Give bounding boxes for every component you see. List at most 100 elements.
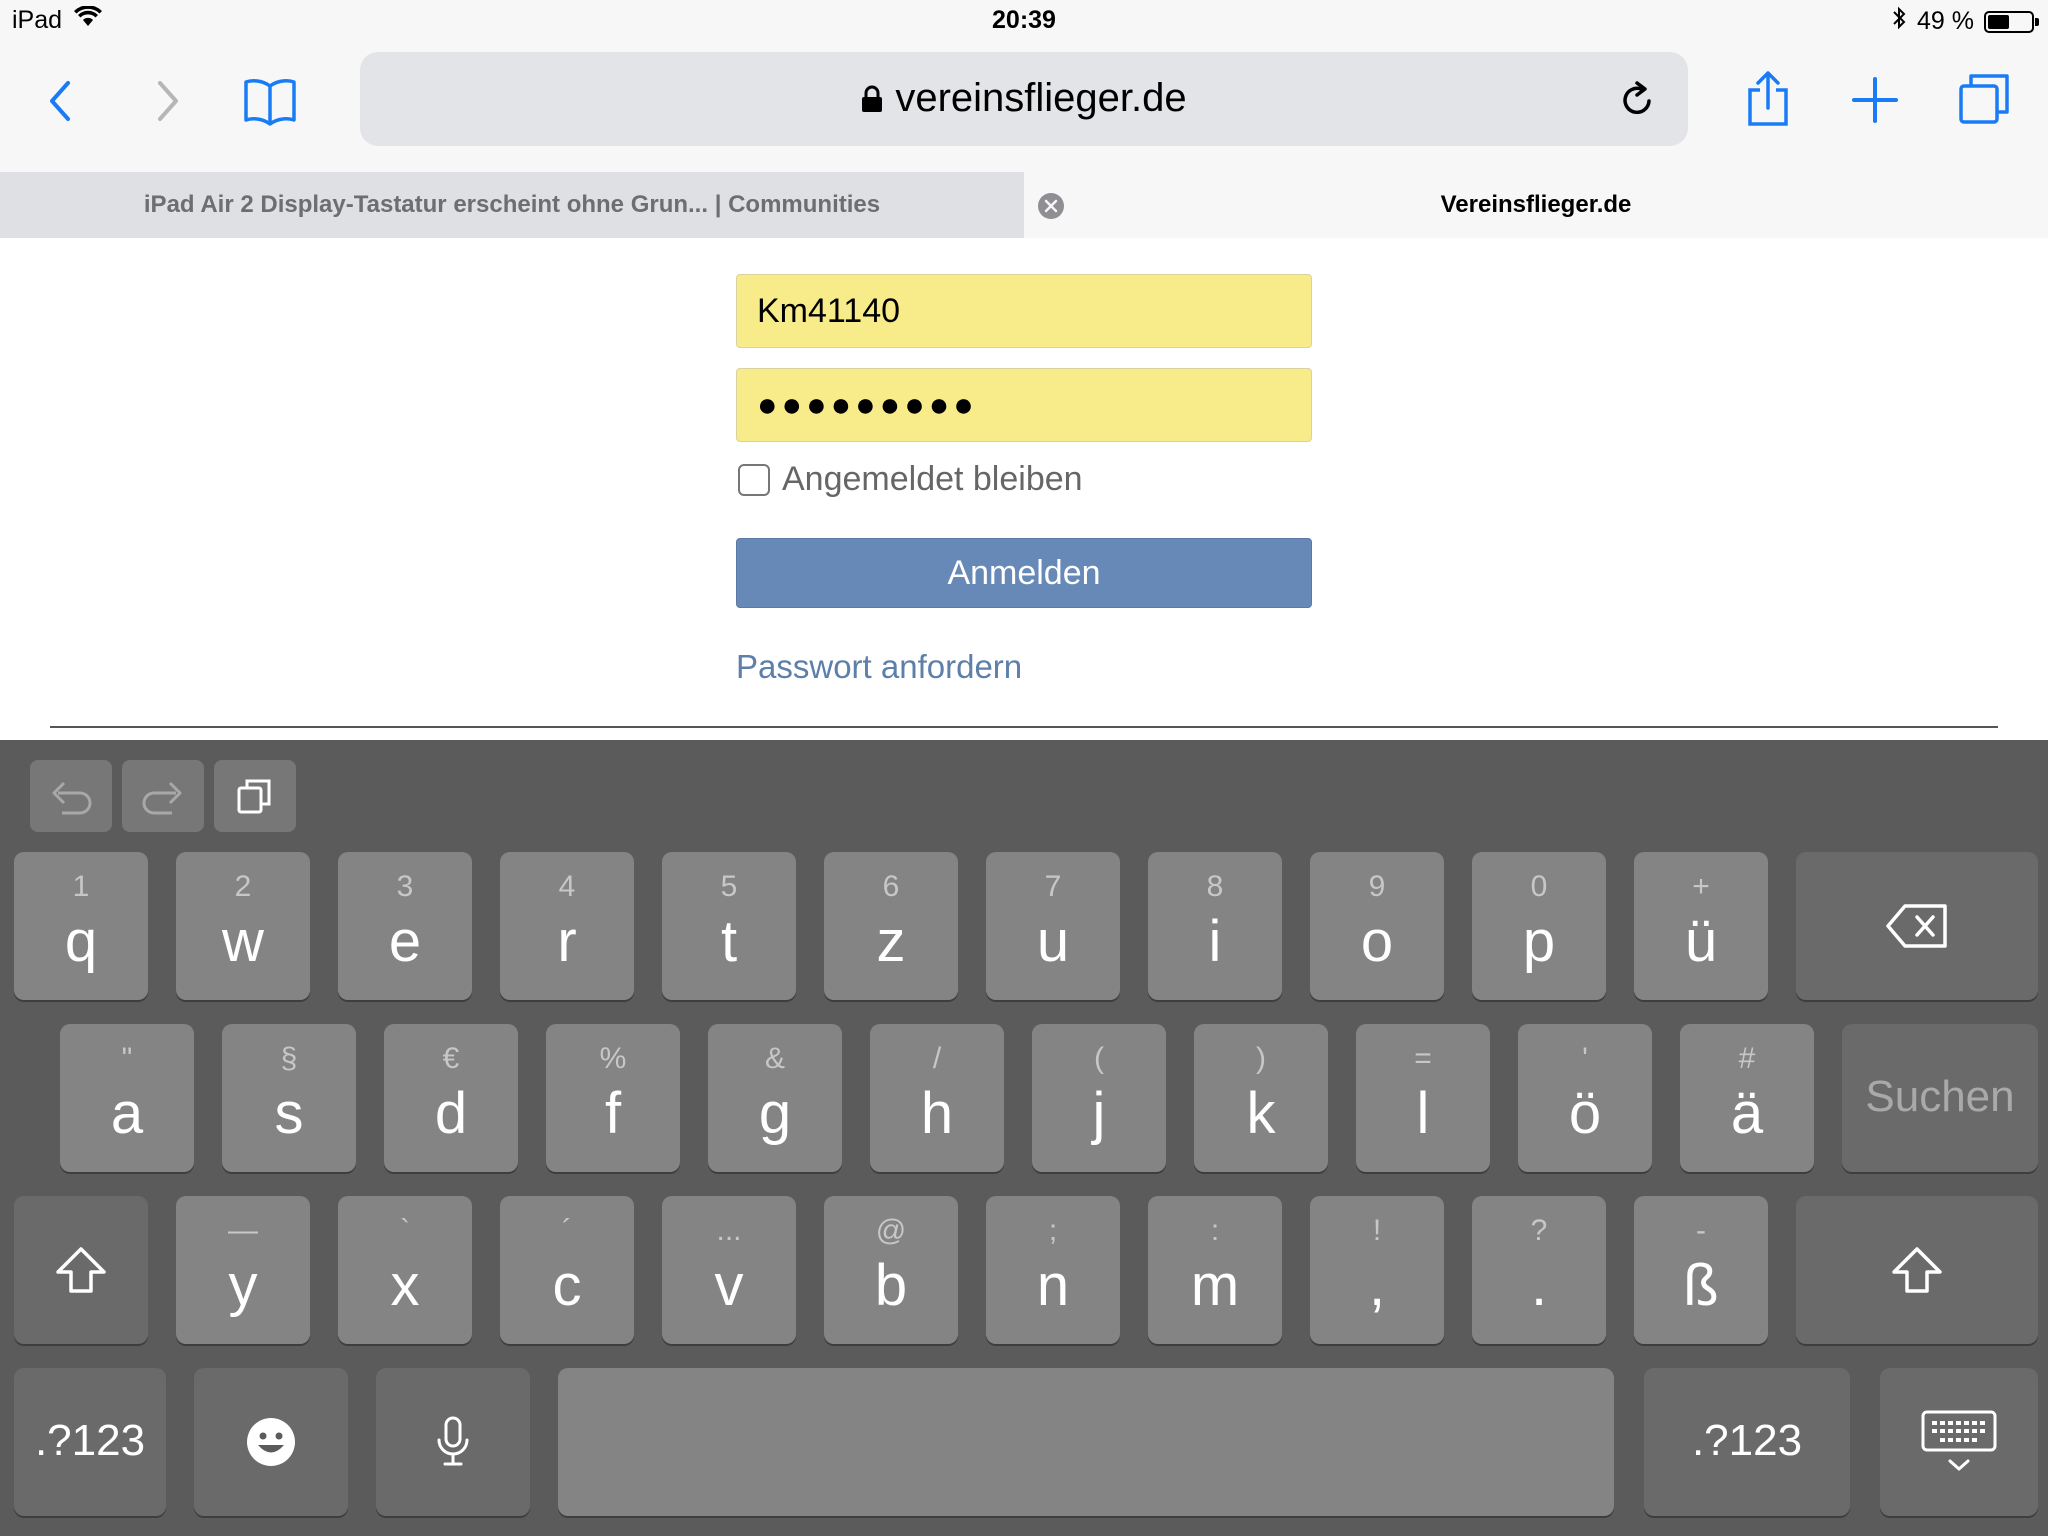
numbers-key-right[interactable]: .?123 bbox=[1644, 1368, 1850, 1516]
tab-bar: iPad Air 2 Display-Tastatur erscheint oh… bbox=[0, 172, 2048, 238]
key-label: o bbox=[1360, 909, 1394, 974]
key-c[interactable]: ´ c bbox=[500, 1196, 634, 1344]
key-m[interactable]: :m bbox=[1148, 1196, 1282, 1344]
tab-vereinsflieger[interactable]: Vereinsflieger.de bbox=[1024, 172, 2048, 238]
key-ü[interactable]: + ü bbox=[1634, 852, 1768, 1000]
key-k[interactable]: ) k bbox=[1194, 1024, 1328, 1172]
forgot-password-link[interactable]: Passwort anfordern bbox=[736, 648, 1022, 686]
key-label: b bbox=[874, 1253, 908, 1318]
book-icon[interactable] bbox=[240, 72, 300, 130]
key-d[interactable]: € d bbox=[384, 1024, 518, 1172]
key-h[interactable]: / h bbox=[870, 1024, 1004, 1172]
key-w[interactable]: 2w bbox=[176, 852, 310, 1000]
undo-icon[interactable] bbox=[30, 760, 112, 832]
shift-right-key[interactable] bbox=[1796, 1196, 2038, 1344]
key-label: , bbox=[1368, 1253, 1386, 1318]
key-alt-label: 6 bbox=[882, 870, 900, 903]
shift-left-key[interactable] bbox=[14, 1196, 148, 1344]
key-ä[interactable]: # ä bbox=[1680, 1024, 1814, 1172]
space-key[interactable] bbox=[558, 1368, 1614, 1516]
key-alt-label: 5 bbox=[720, 870, 738, 903]
hide-keyboard-key[interactable] bbox=[1880, 1368, 2038, 1516]
key-label: r bbox=[557, 909, 577, 974]
key-alt-label: € bbox=[442, 1042, 460, 1075]
chevron-right-icon[interactable] bbox=[148, 76, 188, 126]
chevron-left-icon[interactable] bbox=[40, 76, 80, 126]
key-e[interactable]: 3e bbox=[338, 852, 472, 1000]
key-label: n bbox=[1036, 1253, 1070, 1318]
key-j[interactable]: (j bbox=[1032, 1024, 1166, 1172]
tab-communities[interactable]: iPad Air 2 Display-Tastatur erscheint oh… bbox=[0, 172, 1024, 238]
search-key[interactable]: Suchen bbox=[1842, 1024, 2038, 1172]
key-label: t bbox=[720, 909, 738, 974]
redo-icon[interactable] bbox=[122, 760, 204, 832]
key-i[interactable]: 8i bbox=[1148, 852, 1282, 1000]
key-,[interactable]: !, bbox=[1310, 1196, 1444, 1344]
remember-checkbox[interactable] bbox=[738, 463, 770, 496]
key-f[interactable]: % f bbox=[546, 1024, 680, 1172]
remember-me[interactable]: Angemeldet bleiben bbox=[738, 460, 1083, 499]
key-label: w bbox=[222, 909, 264, 974]
key-b[interactable]: @ b bbox=[824, 1196, 958, 1344]
key-label: j bbox=[1092, 1081, 1106, 1146]
key-alt-label: & bbox=[764, 1042, 785, 1075]
key-z[interactable]: 6z bbox=[824, 852, 958, 1000]
key-alt-label: / bbox=[932, 1042, 942, 1075]
onscreen-keyboard: 1 q 2 w 3 e 4 r 5 t 6 z 7 u 8 i 9 o 0 p + ü " a § s € d% f & g / h(j) k =… bbox=[0, 740, 2048, 1536]
key-label: l bbox=[1416, 1081, 1430, 1146]
key-o[interactable]: 9o bbox=[1310, 852, 1444, 1000]
password-input[interactable]: ●●●●●●●●● bbox=[736, 368, 1312, 442]
key-alt-label: # bbox=[1738, 1042, 1756, 1075]
key-.[interactable]: ?. bbox=[1472, 1196, 1606, 1344]
dictation-key[interactable] bbox=[376, 1368, 530, 1516]
tabs-icon[interactable] bbox=[1956, 68, 2012, 130]
key-ß[interactable]: -ß bbox=[1634, 1196, 1768, 1344]
address-text: vereinsflieger.de bbox=[895, 76, 1187, 120]
status-bar: iPad 20:39 49 % bbox=[0, 0, 2048, 42]
key-y[interactable]: — y bbox=[176, 1196, 310, 1344]
paste-icon[interactable] bbox=[214, 760, 296, 832]
share-icon[interactable] bbox=[1742, 64, 1794, 134]
key-n[interactable]: ; n bbox=[986, 1196, 1120, 1344]
key-alt-label: ) bbox=[1256, 1042, 1266, 1075]
key-q[interactable]: 1q bbox=[14, 852, 148, 1000]
key-label: ü bbox=[1684, 909, 1718, 974]
key-label: f bbox=[604, 1081, 622, 1146]
key-t[interactable]: 5t bbox=[662, 852, 796, 1000]
key-r[interactable]: 4r bbox=[500, 852, 634, 1000]
tab-vereinsflieger-title: Vereinsflieger.de bbox=[1440, 191, 1632, 218]
key-label: ö bbox=[1568, 1081, 1602, 1146]
key-s[interactable]: § s bbox=[222, 1024, 356, 1172]
key-alt-label: 0 bbox=[1530, 870, 1548, 903]
battery-icon bbox=[1984, 10, 2039, 33]
key-alt-label: - bbox=[1696, 1214, 1706, 1247]
username-value: Km41140 bbox=[757, 291, 901, 330]
key-label: i bbox=[1208, 909, 1222, 974]
key-l[interactable]: = l bbox=[1356, 1024, 1490, 1172]
username-input[interactable]: Km41140 bbox=[736, 274, 1312, 348]
plus-icon[interactable] bbox=[1850, 72, 1900, 128]
key-alt-label: ( bbox=[1094, 1042, 1104, 1075]
key-ö[interactable]: ' ö bbox=[1518, 1024, 1652, 1172]
key-u[interactable]: 7u bbox=[986, 852, 1120, 1000]
key-alt-label: % bbox=[599, 1042, 627, 1075]
key-label: h bbox=[920, 1081, 954, 1146]
emoji-icon bbox=[194, 1368, 348, 1516]
key-label: k bbox=[1246, 1081, 1276, 1146]
backspace-icon bbox=[1796, 852, 2038, 1000]
key-g[interactable]: & g bbox=[708, 1024, 842, 1172]
emoji-key[interactable] bbox=[194, 1368, 348, 1516]
key-p[interactable]: 0p bbox=[1472, 852, 1606, 1000]
key-x[interactable]: ` x bbox=[338, 1196, 472, 1344]
close-tab-icon[interactable] bbox=[1038, 193, 1064, 219]
login-button[interactable]: Anmelden bbox=[736, 538, 1312, 608]
shift-left-icon bbox=[14, 1196, 148, 1344]
key-a[interactable]: " a bbox=[60, 1024, 194, 1172]
numbers-key-left[interactable]: .?123 bbox=[14, 1368, 166, 1516]
key-v[interactable]: ... v bbox=[662, 1196, 796, 1344]
reload-icon[interactable] bbox=[1618, 78, 1658, 120]
address-bar[interactable]: vereinsflieger.de bbox=[360, 52, 1688, 146]
backspace-key[interactable] bbox=[1796, 852, 2038, 1000]
key-alt-label: : bbox=[1210, 1214, 1220, 1247]
key-label: y bbox=[228, 1253, 258, 1318]
